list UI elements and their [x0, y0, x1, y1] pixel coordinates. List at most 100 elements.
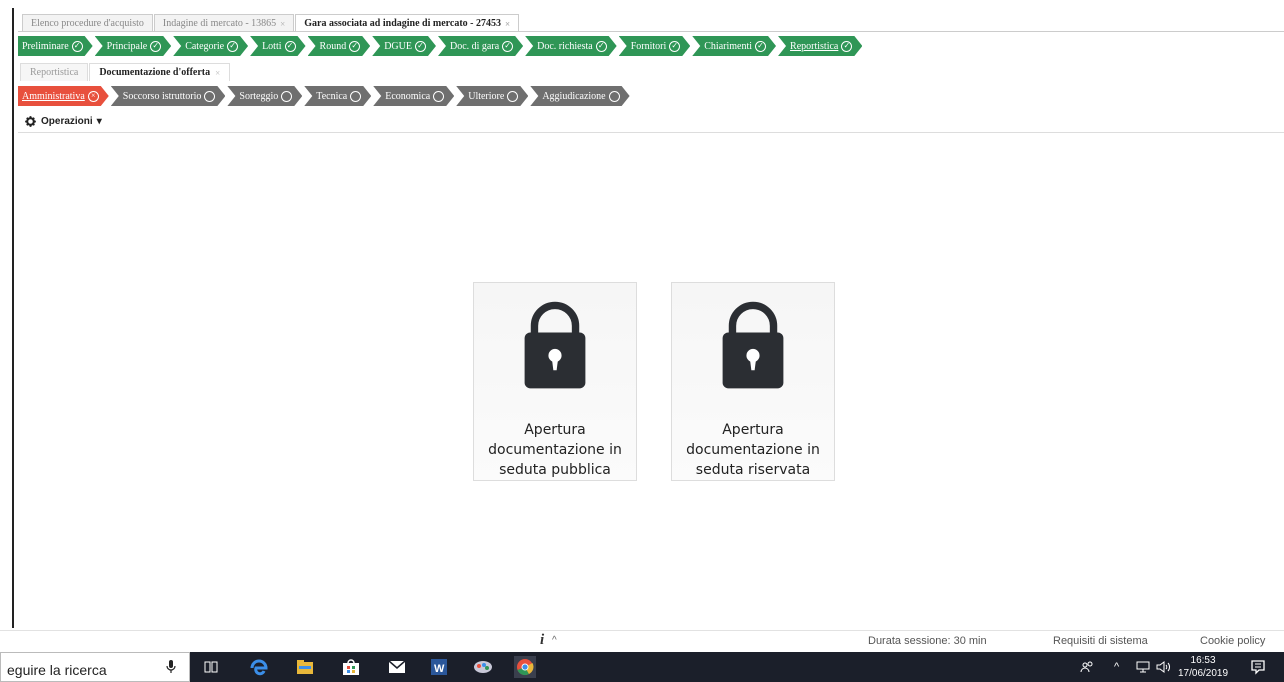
circle-icon — [350, 91, 361, 102]
tab-documentazione-offerta[interactable]: Documentazione d'offerta × — [89, 63, 231, 81]
card-label: Apertura documentazione in seduta riserv… — [686, 422, 820, 478]
task-view-icon[interactable] — [200, 656, 222, 678]
step-reportistica[interactable]: Reportistica ✓ — [778, 36, 862, 56]
step-label: Fornitori — [630, 40, 667, 52]
tab-gara-associata[interactable]: Gara associata ad indagine di mercato - … — [295, 14, 520, 32]
info-icon[interactable]: i — [540, 632, 544, 649]
notification-center-icon[interactable] — [1250, 659, 1266, 675]
tab-label: Gara associata ad indagine di mercato - … — [304, 18, 502, 29]
tab-reportistica[interactable]: Reportistica — [20, 63, 89, 81]
tab-elenco-procedure[interactable]: Elenco procedure d'acquisto — [22, 14, 153, 32]
check-icon: ✓ — [669, 41, 680, 52]
step-economica[interactable]: Economica — [373, 86, 454, 106]
step-amministrativa[interactable]: Amministrativa × — [18, 86, 109, 106]
tab-divider — [18, 31, 1284, 32]
phase-steps: Preliminare ✓ Principale ✓ Categorie ✓ Lott… — [18, 36, 864, 56]
check-icon: ✓ — [349, 41, 360, 52]
check-icon: ✓ — [415, 41, 426, 52]
step-label: Sorteggio — [239, 90, 279, 102]
circle-icon — [507, 91, 518, 102]
step-label: Soccorso istruttorio — [122, 90, 202, 102]
close-icon[interactable]: × — [215, 68, 220, 78]
clock-date: 17/06/2019 — [1178, 668, 1229, 679]
tab-label: Indagine di mercato - 13865 — [162, 18, 277, 29]
tab-label: Elenco procedure d'acquisto — [31, 18, 144, 29]
tab-indagine-mercato[interactable]: Indagine di mercato - 13865 × — [153, 14, 295, 32]
step-dgue[interactable]: DGUE ✓ — [372, 36, 436, 56]
circle-icon — [433, 91, 444, 102]
step-label: DGUE — [384, 40, 412, 52]
step-label: Economica — [385, 90, 431, 102]
circle-icon — [609, 91, 620, 102]
taskbar-search-input[interactable]: eguire la ricerca — [0, 652, 190, 682]
check-icon: ✓ — [285, 41, 296, 52]
open-public-session-button[interactable]: Apertura documentazione in seduta pubbli… — [473, 282, 637, 481]
chevron-down-icon: ▾ — [96, 116, 102, 127]
step-tecnica[interactable]: Tecnica — [304, 86, 371, 106]
check-icon: ✓ — [755, 41, 766, 52]
step-lotti[interactable]: Lotti ✓ — [250, 36, 305, 56]
operations-menu[interactable]: Operazioni ▾ — [24, 115, 102, 128]
page-footer: i ^ Durata sessione: 30 min Requisiti di… — [0, 630, 1284, 652]
tab-label: Documentazione d'offerta — [99, 67, 211, 78]
step-preliminare[interactable]: Preliminare ✓ — [18, 36, 93, 56]
close-icon[interactable]: × — [505, 19, 510, 29]
paint-icon[interactable] — [472, 656, 494, 678]
clock-time: 16:53 — [1190, 655, 1216, 666]
microphone-icon[interactable] — [166, 660, 176, 674]
top-tab-bar: Elenco procedure d'acquisto Indagine di … — [22, 12, 520, 32]
step-doc-gara[interactable]: Doc. di gara ✓ — [438, 36, 523, 56]
edge-browser-icon[interactable] — [248, 656, 270, 678]
warning-icon: × — [88, 91, 99, 102]
offer-steps: Amministrativa × Soccorso istruttorio Sor… — [18, 86, 632, 106]
step-label: Preliminare — [22, 40, 69, 52]
step-sorteggio[interactable]: Sorteggio — [227, 86, 302, 106]
step-principale[interactable]: Principale ✓ — [95, 36, 172, 56]
chevron-up-icon[interactable]: ^ — [552, 635, 557, 646]
store-icon[interactable] — [340, 656, 362, 678]
tab-label: Reportistica — [30, 67, 79, 78]
sub-tab-bar: Reportistica Documentazione d'offerta × — [20, 62, 231, 81]
step-ulteriore[interactable]: Ulteriore — [456, 86, 528, 106]
system-clock[interactable]: 16:53 17/06/2019 — [1178, 654, 1228, 680]
step-label: Chiarimenti — [704, 40, 753, 52]
check-icon: ✓ — [841, 41, 852, 52]
operations-label: Operazioni — [41, 116, 93, 127]
step-categorie[interactable]: Categorie ✓ — [173, 36, 248, 56]
network-icon[interactable] — [1136, 652, 1150, 682]
step-label: Principale — [106, 40, 148, 52]
card-label: Apertura documentazione in seduta pubbli… — [488, 422, 622, 478]
step-aggiudicazione[interactable]: Aggiudicazione — [530, 86, 629, 106]
check-icon: ✓ — [72, 41, 83, 52]
chevron-up-icon[interactable]: ^ — [1114, 652, 1119, 682]
step-label: Reportistica — [790, 40, 839, 52]
step-label: Lotti — [262, 40, 282, 52]
step-label: Round — [319, 40, 347, 52]
check-icon: ✓ — [502, 41, 513, 52]
close-icon[interactable]: × — [280, 19, 285, 29]
people-icon[interactable] — [1080, 652, 1094, 682]
toolbar-divider — [18, 132, 1284, 133]
step-label: Doc. richiesta — [537, 40, 593, 52]
step-label: Ulteriore — [468, 90, 505, 102]
word-icon[interactable]: W — [428, 656, 450, 678]
volume-icon[interactable] — [1156, 652, 1172, 682]
search-placeholder: eguire la ricerca — [7, 662, 107, 678]
windows-taskbar: eguire la ricerca W ^ 16:53 17/06/2019 — [0, 652, 1284, 682]
lock-icon — [524, 301, 586, 389]
svg-text:W: W — [434, 663, 445, 675]
check-icon: ✓ — [596, 41, 607, 52]
step-label: Aggiudicazione — [542, 90, 606, 102]
mail-icon[interactable] — [386, 656, 408, 678]
step-doc-richiesta[interactable]: Doc. richiesta ✓ — [525, 36, 617, 56]
cookie-policy-link[interactable]: Cookie policy — [1200, 635, 1265, 647]
step-label: Amministrativa — [22, 90, 85, 102]
system-requirements-link[interactable]: Requisiti di sistema — [1053, 635, 1148, 647]
step-round[interactable]: Round ✓ — [308, 36, 371, 56]
step-fornitori[interactable]: Fornitori ✓ — [619, 36, 691, 56]
step-soccorso-istruttorio[interactable]: Soccorso istruttorio — [111, 86, 226, 106]
chrome-icon[interactable] — [514, 656, 536, 678]
file-explorer-icon[interactable] — [294, 656, 316, 678]
step-chiarimenti[interactable]: Chiarimenti ✓ — [692, 36, 776, 56]
open-private-session-button[interactable]: Apertura documentazione in seduta riserv… — [671, 282, 835, 481]
